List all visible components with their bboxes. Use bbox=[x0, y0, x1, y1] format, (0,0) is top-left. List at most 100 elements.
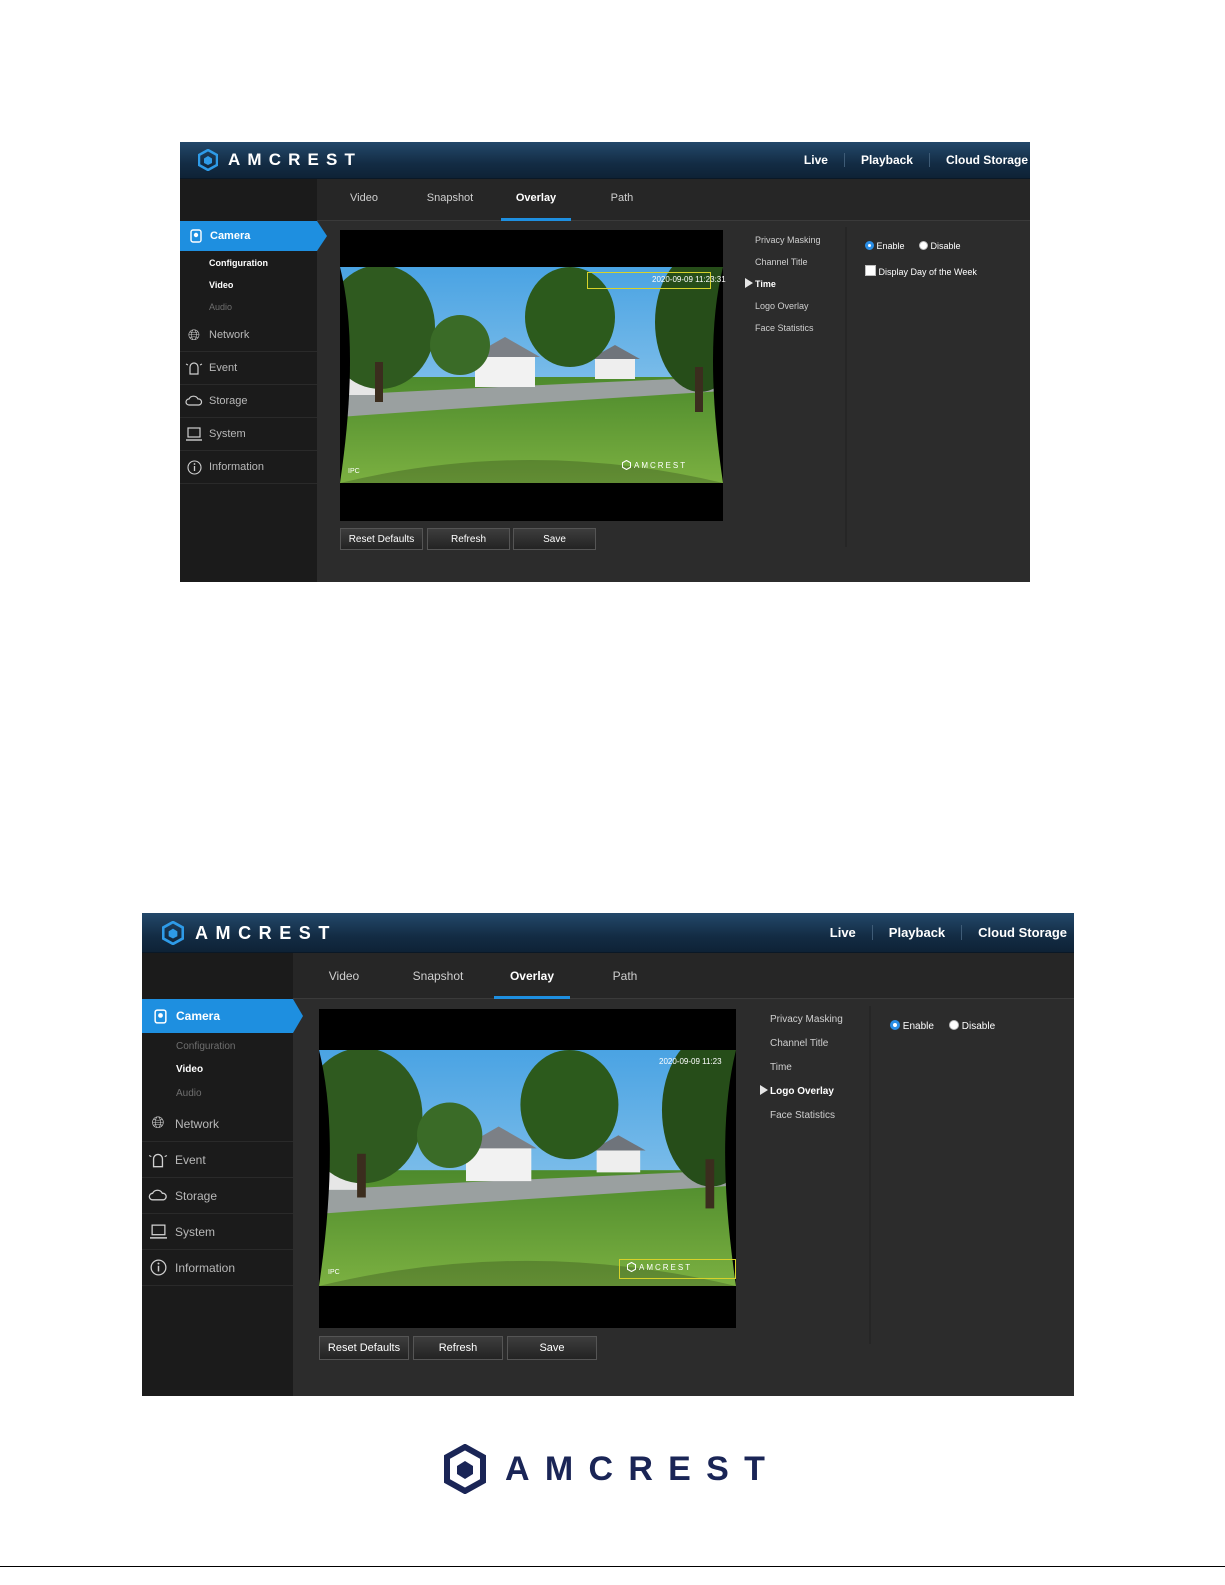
menu-logo-overlay[interactable]: Logo Overlay bbox=[760, 1085, 834, 1097]
screenshot-time-overlay: AMCREST Live Playback Cloud Storage Came… bbox=[180, 142, 1030, 582]
menu-time[interactable]: Time bbox=[745, 278, 776, 289]
nav-live[interactable]: Live bbox=[814, 925, 872, 940]
menu-privacy-masking[interactable]: Privacy Masking bbox=[755, 235, 821, 245]
brand-name: AMCREST bbox=[228, 150, 363, 169]
sidebar-sub-video[interactable]: Video bbox=[176, 1064, 203, 1075]
video-preview[interactable]: 2020-09-09 11:23:31 AMCREST IPC bbox=[340, 230, 726, 521]
sidebar-item-event[interactable]: Event bbox=[180, 352, 317, 385]
time-osd-text: 2020-09-09 11:23:31 bbox=[652, 275, 726, 284]
info-icon bbox=[184, 459, 204, 475]
logo-osd: AMCREST bbox=[627, 1262, 692, 1272]
radio-selected-icon bbox=[865, 241, 874, 250]
amcrest-logo-icon bbox=[627, 1262, 636, 1272]
sidebar-item-label: Camera bbox=[210, 230, 251, 242]
menu-face-statistics[interactable]: Face Statistics bbox=[755, 323, 814, 333]
tab-path[interactable]: Path bbox=[587, 192, 657, 220]
divider bbox=[845, 227, 847, 547]
globe-icon: 🌐︎ bbox=[187, 326, 200, 344]
sidebar-sub-configuration[interactable]: Configuration bbox=[176, 1041, 235, 1052]
sidebar-sub-configuration[interactable]: Configuration bbox=[209, 258, 268, 268]
amcrest-logo-icon bbox=[198, 149, 218, 171]
divider bbox=[869, 1006, 871, 1344]
page-bottom-rule bbox=[0, 1566, 1225, 1567]
refresh-button[interactable]: Refresh bbox=[427, 528, 510, 550]
sidebar: Camera Configuration Video Audio 🌐︎ Netwo… bbox=[142, 953, 303, 1396]
camera-icon bbox=[188, 229, 204, 243]
save-button[interactable]: Save bbox=[507, 1336, 597, 1360]
sidebar-item-event[interactable]: Event bbox=[142, 1142, 293, 1178]
sidebar-item-storage[interactable]: Storage bbox=[180, 385, 317, 418]
channel-label: IPC bbox=[328, 1269, 340, 1276]
disable-radio[interactable]: Disable bbox=[919, 241, 961, 251]
disable-radio[interactable]: Disable bbox=[949, 1020, 995, 1032]
menu-privacy-masking[interactable]: Privacy Masking bbox=[770, 1014, 843, 1025]
menu-time[interactable]: Time bbox=[770, 1062, 792, 1073]
top-nav: Live Playback Cloud Storage bbox=[788, 142, 1030, 178]
alarm-icon bbox=[184, 361, 204, 375]
menu-channel-title[interactable]: Channel Title bbox=[770, 1038, 828, 1049]
screenshot-logo-overlay: AMCREST Live Playback Cloud Storage Came… bbox=[142, 913, 1074, 1396]
amcrest-logo-icon bbox=[444, 1444, 486, 1494]
camera-scene-image bbox=[319, 1050, 736, 1286]
enable-radio[interactable]: Enable bbox=[865, 241, 905, 251]
sidebar-sub-audio[interactable]: Audio bbox=[209, 302, 232, 312]
top-bar: AMCREST Live Playback Cloud Storage bbox=[142, 913, 1074, 953]
checkbox-icon bbox=[865, 265, 876, 276]
nav-cloud-storage[interactable]: Cloud Storage bbox=[928, 153, 1030, 167]
tab-snapshot[interactable]: Snapshot bbox=[400, 969, 476, 998]
sidebar-item-information[interactable]: Information bbox=[142, 1250, 293, 1286]
tab-overlay[interactable]: Overlay bbox=[494, 969, 570, 999]
laptop-icon bbox=[147, 1224, 169, 1239]
sidebar-item-network[interactable]: 🌐︎ Network bbox=[180, 319, 317, 352]
menu-channel-title[interactable]: Channel Title bbox=[755, 257, 808, 267]
refresh-button[interactable]: Refresh bbox=[413, 1336, 503, 1360]
video-preview[interactable]: 2020-09-09 11:23 AMCREST IPC bbox=[319, 1009, 736, 1328]
sidebar-item-label: Camera bbox=[176, 1009, 221, 1023]
brand-logo: AMCREST bbox=[162, 921, 337, 945]
sidebar-item-camera[interactable]: Camera bbox=[180, 221, 327, 251]
nav-playback[interactable]: Playback bbox=[843, 153, 929, 167]
tab-video[interactable]: Video bbox=[329, 192, 399, 220]
sidebar-item-information[interactable]: Information bbox=[180, 451, 317, 484]
sidebar-item-storage[interactable]: Storage bbox=[142, 1178, 293, 1214]
menu-logo-overlay[interactable]: Logo Overlay bbox=[755, 301, 809, 311]
info-icon bbox=[147, 1259, 169, 1276]
top-bar: AMCREST Live Playback Cloud Storage bbox=[180, 142, 1030, 179]
channel-label: IPC bbox=[348, 468, 360, 475]
amcrest-logo-icon bbox=[622, 460, 631, 470]
nav-playback[interactable]: Playback bbox=[871, 925, 961, 940]
tab-snapshot[interactable]: Snapshot bbox=[415, 192, 485, 220]
reset-defaults-button[interactable]: Reset Defaults bbox=[319, 1336, 409, 1360]
sidebar-sub-video[interactable]: Video bbox=[209, 280, 233, 290]
save-button[interactable]: Save bbox=[513, 528, 596, 550]
radio-icon bbox=[919, 241, 928, 250]
day-of-week-checkbox[interactable]: Display Day of the Week bbox=[865, 265, 977, 277]
radio-icon bbox=[949, 1020, 959, 1030]
menu-face-statistics[interactable]: Face Statistics bbox=[770, 1110, 835, 1121]
radio-selected-icon bbox=[890, 1020, 900, 1030]
amcrest-logo-icon bbox=[162, 921, 184, 945]
tab-path[interactable]: Path bbox=[587, 969, 663, 998]
tab-bar: Video Snapshot Overlay Path bbox=[293, 953, 1074, 999]
sidebar-item-system[interactable]: System bbox=[180, 418, 317, 451]
brand-logo: AMCREST bbox=[198, 149, 362, 171]
sidebar-sub-audio[interactable]: Audio bbox=[176, 1088, 202, 1099]
camera-scene-image bbox=[340, 267, 723, 483]
alarm-icon bbox=[147, 1152, 169, 1168]
logo-osd: AMCREST bbox=[622, 460, 687, 470]
selected-arrow-icon bbox=[760, 1085, 768, 1095]
selected-arrow-icon bbox=[745, 278, 753, 288]
sidebar: Camera Configuration Video Audio 🌐︎ Netwo… bbox=[180, 179, 327, 582]
cloud-icon bbox=[147, 1189, 169, 1202]
cloud-icon bbox=[184, 395, 204, 407]
footer-brand-name: AMCREST bbox=[505, 1449, 781, 1488]
reset-defaults-button[interactable]: Reset Defaults bbox=[340, 528, 423, 550]
sidebar-item-camera[interactable]: Camera bbox=[142, 999, 303, 1033]
tab-overlay[interactable]: Overlay bbox=[501, 192, 571, 221]
nav-live[interactable]: Live bbox=[788, 153, 844, 167]
nav-cloud-storage[interactable]: Cloud Storage bbox=[961, 925, 1074, 940]
tab-video[interactable]: Video bbox=[306, 969, 382, 998]
sidebar-item-network[interactable]: 🌐︎ Network bbox=[142, 1106, 293, 1142]
enable-radio[interactable]: Enable bbox=[890, 1020, 934, 1032]
sidebar-item-system[interactable]: System bbox=[142, 1214, 293, 1250]
